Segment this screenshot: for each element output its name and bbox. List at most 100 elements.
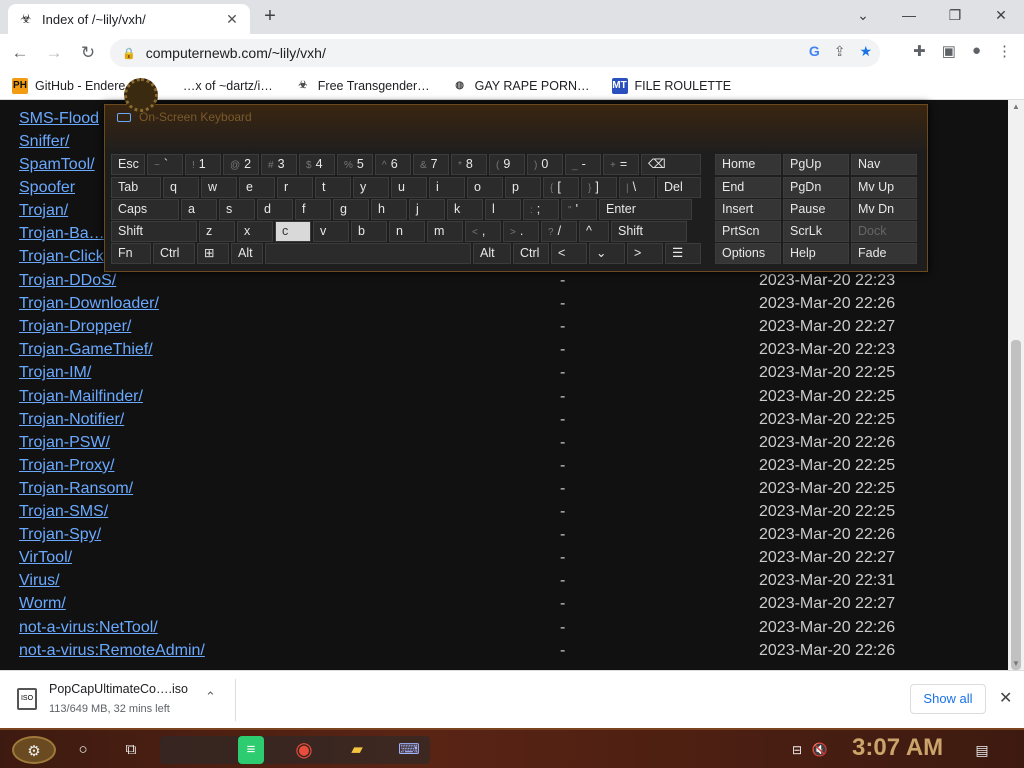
osk-key[interactable]: k [447,199,483,220]
folder-link[interactable]: Trojan-Downloader/ [19,295,159,313]
osk-key[interactable]: ) 0 [527,154,563,175]
osk-key[interactable]: $4 [299,154,335,175]
osk-key[interactable]: a [181,199,217,220]
osk-key[interactable]: Alt [231,243,263,264]
close-download-shelf-icon[interactable]: ✕ [999,688,1012,708]
folder-link[interactable]: SpamTool/ [19,156,95,174]
browser-tab[interactable]: ☣ Index of /~lily/vxh/ ✕ [8,4,250,34]
osk-key[interactable]: j [409,199,445,220]
osk-nav-key[interactable]: Insert [715,199,781,220]
osk-key[interactable]: q [163,177,199,198]
osk-key[interactable]: z [199,221,235,242]
google-translate-icon[interactable]: G [809,43,820,60]
folder-link[interactable]: Trojan-Ba… [19,225,105,243]
osk-key[interactable]: :; [523,199,559,220]
tab-search-chevron-icon[interactable]: ⌄ [840,0,886,30]
folder-link[interactable]: Trojan-Spy/ [19,526,101,544]
osk-key[interactable]: Alt [473,243,511,264]
osk-key[interactable]: d [257,199,293,220]
close-window-button[interactable]: ✕ [978,0,1024,30]
folder-link[interactable]: Trojan-Notifier/ [19,411,124,429]
folder-link[interactable]: not-a-virus:RemoteAdmin/ [19,642,205,660]
volume-muted-icon[interactable]: 🔇 [810,736,830,764]
osk-key[interactable]: " ' [561,199,597,220]
new-tab-button[interactable]: + [259,5,281,27]
forward-arrow-icon[interactable]: → [40,39,68,67]
osk-nav-key[interactable]: PgUp [783,154,849,175]
osk-key[interactable]: Caps [111,199,179,220]
file-explorer-icon[interactable]: ▰ [343,736,371,764]
osk-key[interactable]: c [275,221,311,242]
osk-key[interactable]: Fn [111,243,151,264]
minimize-button[interactable]: — [886,0,932,30]
lock-icon[interactable]: 🔒 [122,47,136,60]
osk-key[interactable]: ☰ [665,243,701,264]
folder-link[interactable]: Trojan-Proxy/ [19,457,114,475]
tab-close-icon[interactable]: ✕ [224,11,240,28]
folder-link[interactable]: Worm/ [19,595,66,613]
chrome-icon[interactable]: ◉ [290,736,318,764]
osk-key[interactable]: (9 [489,154,525,175]
bookmark-item[interactable]: PH GitHub - Endere… [12,77,138,94]
osk-key[interactable]: o [467,177,503,198]
folder-link[interactable]: Spoofer [19,179,75,197]
osk-key[interactable]: e [239,177,275,198]
folder-link[interactable]: Trojan-IM/ [19,364,91,382]
page-scrollbar[interactable]: ▲ ▼ [1008,100,1024,670]
osk-key[interactable]: ⌫ [641,154,701,175]
osk-key[interactable]: >. [503,221,539,242]
osk-key[interactable]: > [627,243,663,264]
osk-key[interactable]: p [505,177,541,198]
folder-link[interactable]: Trojan-DDoS/ [19,272,116,290]
osk-key[interactable] [265,243,471,264]
bookmark-star-icon[interactable]: ★ [859,43,872,60]
address-url[interactable]: computernewb.com/~lily/vxh/ [146,45,326,61]
folder-link[interactable]: Trojan-PSW/ [19,434,110,452]
osk-nav-key[interactable]: End [715,177,781,198]
osk-key[interactable]: h [371,199,407,220]
osk-key[interactable]: ^ 6 [375,154,411,175]
bookmark-item[interactable]: …x of ~dartz/i… [160,78,273,94]
folder-link[interactable]: Trojan/ [19,202,68,220]
osk-nav-key[interactable]: Home [715,154,781,175]
taskbar-clock[interactable]: 3:07 AM [852,734,943,762]
scrollbar-thumb[interactable] [1011,340,1021,670]
osk-key[interactable]: m [427,221,463,242]
osk-key[interactable]: b [351,221,387,242]
osk-nav-key[interactable]: Pause [783,199,849,220]
osk-key[interactable]: n [389,221,425,242]
osk-key[interactable]: @2 [223,154,259,175]
osk-key[interactable]: ⌄ [589,243,625,264]
osk-nav-key[interactable]: ScrLk [783,221,849,242]
keyboard-app-icon[interactable]: ⌨ [395,736,423,764]
osk-key[interactable]: Esc [111,154,145,175]
osk-key[interactable]: t [315,177,351,198]
share-icon[interactable]: ⇪ [834,43,846,60]
osk-key[interactable]: x [237,221,273,242]
osk-key[interactable]: Shift [111,221,197,242]
bookmark-item[interactable]: MT FILE ROULETTE [611,77,731,94]
folder-link[interactable]: Trojan-SMS/ [19,503,108,521]
osk-key[interactable]: % 5 [337,154,373,175]
osk-key[interactable]: ! 1 [185,154,221,175]
folder-link[interactable]: Trojan-GameThief/ [19,341,153,359]
network-icon[interactable]: ⊟ [788,736,806,764]
osk-key[interactable]: f [295,199,331,220]
bookmark-item[interactable]: ☣ Free Transgender… [295,78,429,94]
osk-key[interactable]: _ - [565,154,601,175]
osk-key[interactable]: <, [465,221,501,242]
osk-key[interactable]: Enter [599,199,692,220]
osk-nav-key[interactable]: PrtScn [715,221,781,242]
restore-button[interactable]: ❐ [932,0,978,30]
notifications-icon[interactable]: ▤ [970,736,994,764]
osk-key[interactable]: Ctrl [153,243,195,264]
osk-title-bar[interactable]: On-Screen Keyboard [117,110,252,124]
osk-key[interactable]: + = [603,154,639,175]
osk-key[interactable]: Ctrl [513,243,549,264]
osk-key[interactable]: u [391,177,427,198]
osk-key[interactable]: i [429,177,465,198]
osk-nav-key[interactable]: Help [783,243,849,264]
osk-nav-key[interactable]: Mv Dn [851,199,917,220]
osk-key[interactable]: ⊞ [197,243,229,264]
osk-nav-key[interactable]: Nav [851,154,917,175]
